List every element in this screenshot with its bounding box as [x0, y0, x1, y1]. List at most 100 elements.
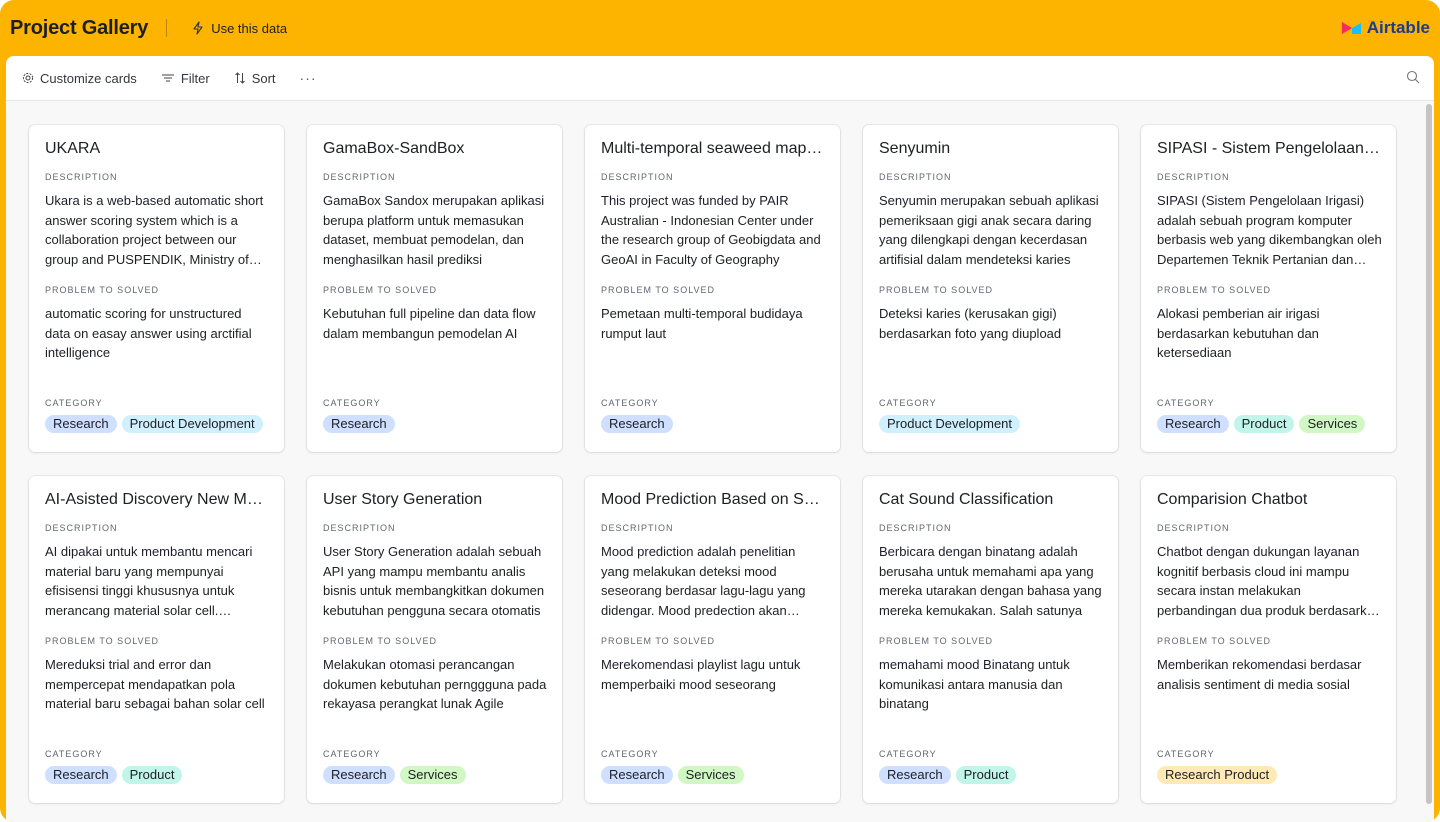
category-tag: Product	[1233, 415, 1295, 433]
category-tags: Research Product	[879, 766, 1118, 784]
project-card[interactable]: SIPASI - Sistem Pengelolaan Irigasi DESCR…	[1141, 125, 1396, 452]
view-toolbar: Customize cards Filter Sort ···	[6, 56, 1434, 101]
problem-label: PROBLEM TO SOLVED	[323, 285, 438, 295]
sort-icon	[234, 72, 245, 84]
more-options-button[interactable]: ···	[300, 70, 317, 86]
category-label: CATEGORY	[323, 398, 381, 408]
card-description: Berbicara dengan binatang adalah berusah…	[879, 544, 1102, 618]
description-label: DESCRIPTION	[45, 523, 118, 533]
card-description: Chatbot dengan dukungan layanan kognitif…	[1157, 544, 1382, 618]
card-problem: Melakukan otomasi perancangan dokumen ke…	[323, 657, 547, 711]
category-tag: Research	[45, 415, 117, 433]
card-title: Senyumin	[879, 140, 951, 157]
category-tag: Product	[955, 766, 1017, 784]
lightning-icon	[193, 21, 203, 35]
card-problem: Merekomendasi playlist lagu untuk memper…	[601, 657, 801, 692]
card-title: User Story Generation	[323, 491, 483, 508]
description-label: DESCRIPTION	[45, 172, 118, 182]
problem-label: PROBLEM TO SOLVED	[879, 636, 994, 646]
category-label: CATEGORY	[601, 398, 659, 408]
filter-icon	[161, 74, 174, 82]
project-card[interactable]: Multi-temporal seaweed mapping DESCRIPTIO…	[585, 125, 840, 452]
card-description: Ukara is a web-based automatic short ans…	[45, 193, 264, 267]
use-this-data-label: Use this data	[211, 20, 288, 36]
search-button[interactable]	[1406, 70, 1420, 89]
category-label: CATEGORY	[879, 398, 937, 408]
card-description: This project was funded by PAIR Australi…	[601, 193, 821, 267]
card-title: Multi-temporal seaweed mapping	[601, 140, 824, 157]
category-tag: Services	[1299, 415, 1366, 433]
project-card[interactable]: Cat Sound Classification DESCRIPTION Berbi…	[863, 476, 1118, 803]
project-card[interactable]: AI-Asisted Discovery New Material DESCRIP…	[29, 476, 284, 803]
card-problem: Deteksi karies (kerusakan gigi) berdasar…	[879, 306, 1062, 341]
customize-cards-button[interactable]: Customize cards	[22, 71, 137, 86]
airtable-logo[interactable]: Airtable	[1341, 18, 1430, 38]
description-label: DESCRIPTION	[1157, 523, 1230, 533]
project-card[interactable]: User Story Generation DESCRIPTION User Sto…	[307, 476, 562, 803]
card-title: SIPASI - Sistem Pengelolaan Irigasi	[1157, 140, 1380, 157]
card-title: Cat Sound Classification	[879, 491, 1054, 508]
category-tags: Research Product Services	[1157, 415, 1396, 433]
card-problem: Kebutuhan full pipeline dan data flow da…	[323, 306, 536, 341]
category-label: CATEGORY	[1157, 749, 1215, 759]
problem-label: PROBLEM TO SOLVED	[1157, 636, 1272, 646]
gear-icon	[22, 72, 34, 84]
search-icon	[1406, 70, 1420, 84]
category-tag: Services	[399, 766, 466, 784]
category-tag: Research	[1157, 415, 1229, 433]
description-label: DESCRIPTION	[879, 523, 952, 533]
project-card[interactable]: Senyumin DESCRIPTION Senyumin merupakan se…	[863, 125, 1118, 452]
brand-name: Airtable	[1366, 18, 1430, 37]
category-tags: Research Services	[601, 766, 840, 784]
card-problem: memahami mood Binatang untuk komunikasi …	[879, 657, 1070, 711]
category-tag: Research	[323, 766, 395, 784]
app-frame: Project Gallery Use this data Airtable C…	[0, 0, 1440, 822]
category-tag: Product Development	[121, 415, 263, 433]
filter-label: Filter	[180, 70, 210, 86]
card-description: User Story Generation adalah sebuah API …	[323, 544, 545, 618]
problem-label: PROBLEM TO SOLVED	[45, 636, 160, 646]
category-tags: Research Services	[323, 766, 562, 784]
category-tag: Services	[677, 766, 744, 784]
category-label: CATEGORY	[601, 749, 659, 759]
project-card[interactable]: Mood Prediction Based on Song DESCRIPTION…	[585, 476, 840, 803]
problem-label: PROBLEM TO SOLVED	[45, 285, 160, 295]
category-tag: Product Development	[879, 415, 1021, 433]
category-tag: Research	[879, 766, 951, 784]
description-label: DESCRIPTION	[601, 523, 674, 533]
problem-label: PROBLEM TO SOLVED	[323, 636, 438, 646]
filter-button[interactable]: Filter	[161, 71, 210, 86]
card-title: Comparision Chatbot	[1157, 491, 1308, 508]
title-divider	[166, 19, 168, 37]
card-title: GamaBox-SandBox	[323, 140, 465, 157]
category-tag: Research	[323, 415, 395, 433]
use-this-data-button[interactable]: Use this data	[191, 21, 287, 36]
problem-label: PROBLEM TO SOLVED	[879, 285, 994, 295]
category-label: CATEGORY	[45, 749, 103, 759]
description-label: DESCRIPTION	[601, 172, 674, 182]
card-grid: UKARA DESCRIPTION Ukara is a web-based aut…	[29, 125, 1401, 803]
category-tag: Research Product	[1157, 766, 1278, 784]
card-problem: Alokasi pemberian air irigasi berdasarka…	[1157, 306, 1320, 360]
project-card[interactable]: UKARA DESCRIPTION Ukara is a web-based aut…	[29, 125, 284, 452]
card-problem: automatic scoring for unstructured data …	[45, 306, 252, 360]
card-title: AI-Asisted Discovery New Material	[45, 491, 268, 508]
category-label: CATEGORY	[1157, 398, 1215, 408]
card-description: SIPASI (Sistem Pengelolaan Irigasi) adal…	[1157, 193, 1382, 267]
sort-button[interactable]: Sort	[234, 71, 276, 86]
project-card[interactable]: GamaBox-SandBox DESCRIPTION GamaBox Sandox…	[307, 125, 562, 452]
page-title: Project Gallery	[10, 16, 149, 39]
description-label: DESCRIPTION	[1157, 172, 1230, 182]
category-label: CATEGORY	[323, 749, 381, 759]
category-tags: Research	[323, 415, 562, 433]
airtable-logo-icon	[1341, 22, 1361, 34]
card-description: GamaBox Sandox merupakan aplikasi berupa…	[323, 193, 545, 267]
category-tags: Research Product Development	[45, 415, 284, 433]
vertical-scrollbar[interactable]	[1426, 104, 1432, 804]
description-label: DESCRIPTION	[879, 172, 952, 182]
category-tags: Product Development	[879, 415, 1118, 433]
gallery-panel: Customize cards Filter Sort ··· UKARA DE…	[6, 56, 1434, 822]
category-label: CATEGORY	[45, 398, 103, 408]
card-description: AI dipakai untuk membantu mencari materi…	[45, 544, 253, 618]
project-card[interactable]: Comparision Chatbot DESCRIPTION Chatbot de…	[1141, 476, 1396, 803]
